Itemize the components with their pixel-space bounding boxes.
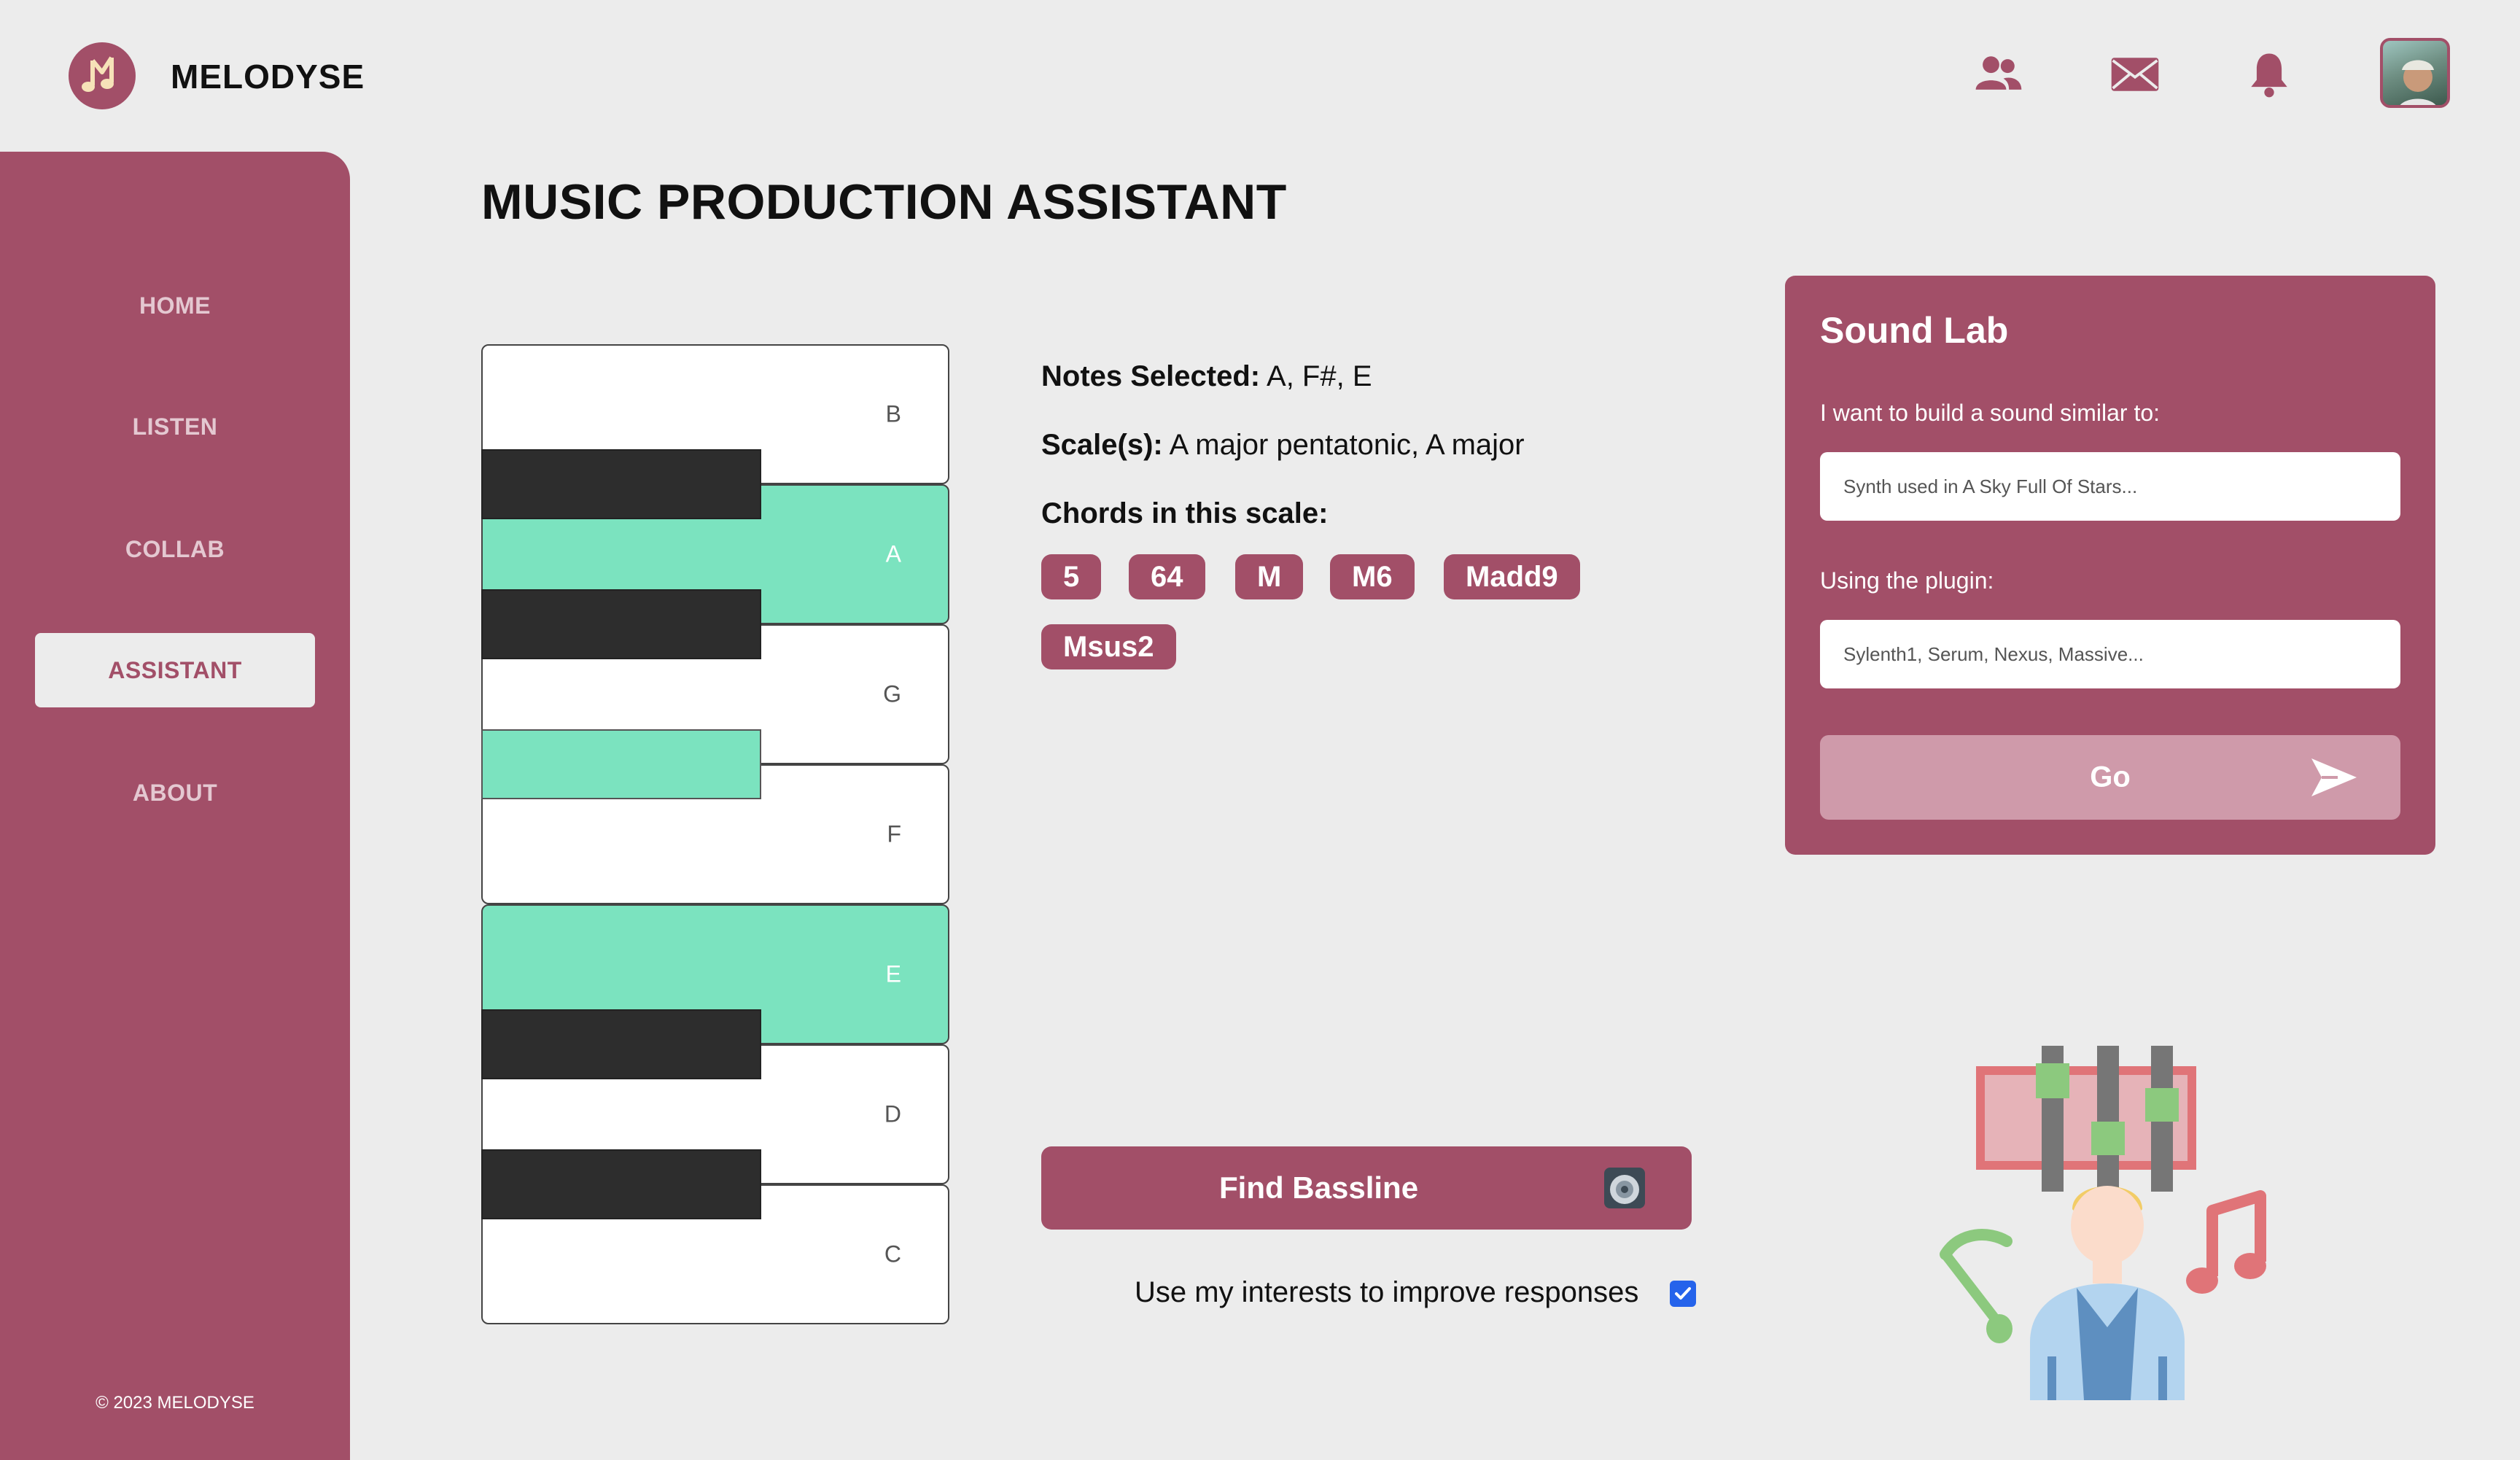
- bell-icon[interactable]: [2240, 45, 2298, 104]
- chord-chip[interactable]: M6: [1330, 554, 1415, 599]
- copyright: © 2023 MELODYSE: [96, 1393, 254, 1413]
- piano-key-d-sharp[interactable]: [481, 1009, 761, 1079]
- piano-key-a-sharp[interactable]: [481, 449, 761, 519]
- piano-key-g-sharp[interactable]: [481, 589, 761, 659]
- find-bassline-label: Find Bassline: [1219, 1170, 1419, 1205]
- avatar[interactable]: [2380, 38, 2450, 108]
- mail-icon[interactable]: [2106, 45, 2164, 104]
- profile-photo-icon: [2400, 60, 2436, 105]
- chord-chip[interactable]: M: [1235, 554, 1304, 599]
- music-producer-illustration: [1940, 1046, 2266, 1400]
- key-label: C: [884, 1240, 901, 1267]
- chord-chip[interactable]: Msus2: [1041, 624, 1176, 669]
- send-icon: [2311, 758, 2357, 796]
- notes-selected-value: A, F#, E: [1267, 360, 1372, 392]
- sound-lab-panel: Sound Lab I want to build a sound simila…: [1785, 276, 2435, 855]
- similar-sound-label: I want to build a sound similar to:: [1820, 400, 2161, 426]
- chords-label: Chords in this scale:: [1041, 497, 1329, 529]
- similar-sound-input[interactable]: [1820, 452, 2400, 521]
- music-note-logo-icon: [82, 56, 114, 92]
- find-bassline-button[interactable]: Find Bassline: [1041, 1146, 1692, 1230]
- scales-label: Scale(s):: [1041, 429, 1163, 461]
- chords-heading: Chords in this scale:: [1041, 497, 1328, 530]
- page-title: MUSIC PRODUCTION ASSISTANT: [481, 174, 1287, 230]
- sidebar-item-home[interactable]: HOME: [35, 268, 315, 343]
- key-label: D: [884, 1100, 901, 1127]
- scales: Scale(s): A major pentatonic, A major: [1041, 429, 1525, 462]
- scales-value: A major pentatonic, A major: [1169, 429, 1525, 461]
- key-label: E: [885, 960, 901, 987]
- sidebar-item-about[interactable]: ABOUT: [35, 756, 315, 830]
- notes-selected: Notes Selected: A, F#, E: [1041, 360, 1372, 393]
- speaker-icon: [1604, 1168, 1645, 1208]
- piano-key-f-sharp[interactable]: [481, 729, 761, 799]
- chord-chip[interactable]: 5: [1041, 554, 1102, 599]
- notes-selected-label: Notes Selected:: [1041, 360, 1261, 392]
- sidebar-item-assistant[interactable]: ASSISTANT: [35, 633, 315, 707]
- key-label: F: [887, 820, 901, 847]
- brand-name: MELODYSE: [171, 58, 365, 96]
- interests-checkbox[interactable]: [1670, 1281, 1696, 1307]
- sidebar-item-listen[interactable]: LISTEN: [35, 389, 315, 464]
- sound-lab-title: Sound Lab: [1820, 310, 2009, 351]
- chord-chip[interactable]: 64: [1129, 554, 1205, 599]
- key-label: G: [883, 680, 901, 707]
- plugin-input[interactable]: [1820, 620, 2400, 688]
- logo[interactable]: [69, 42, 136, 109]
- sidebar-item-collab[interactable]: COLLAB: [35, 512, 315, 586]
- piano-keyboard: B A G F E D C: [481, 344, 949, 1326]
- go-button[interactable]: Go: [1820, 735, 2400, 820]
- interests-label: Use my interests to improve responses: [1135, 1276, 1639, 1308]
- key-label: B: [885, 400, 901, 427]
- go-label: Go: [2090, 761, 2131, 793]
- chord-chip[interactable]: Madd9: [1444, 554, 1580, 599]
- users-icon[interactable]: [1969, 45, 2027, 104]
- piano-key-c-sharp[interactable]: [481, 1149, 761, 1219]
- sidebar: HOME LISTEN COLLAB ASSISTANT ABOUT © 202…: [0, 152, 350, 1460]
- checkmark-icon: [1675, 1287, 1691, 1300]
- key-label: A: [885, 540, 901, 567]
- plugin-label: Using the plugin:: [1820, 567, 1994, 594]
